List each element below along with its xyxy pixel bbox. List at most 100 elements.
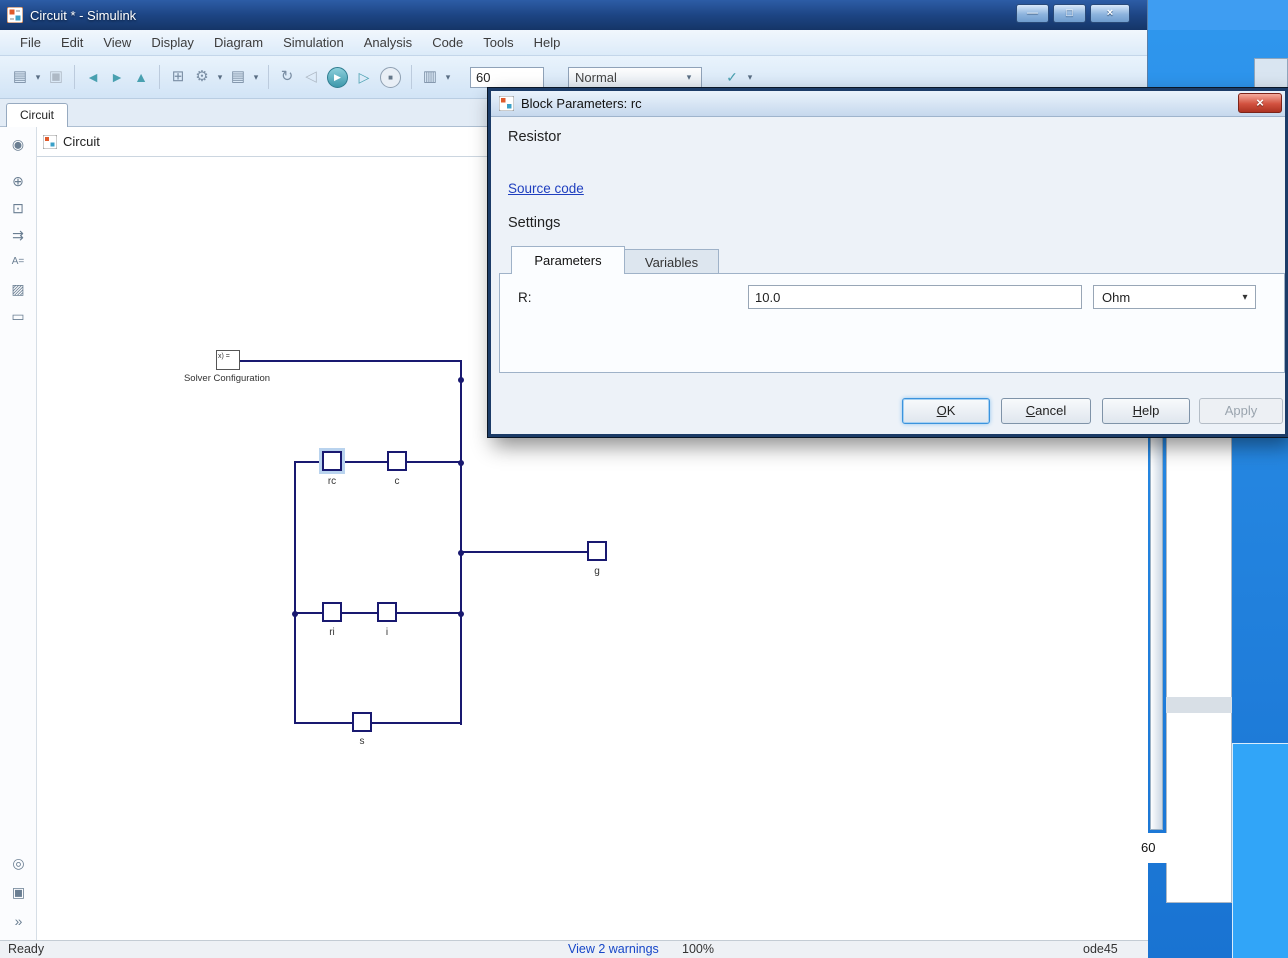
area-icon[interactable]: ▭ [6, 305, 30, 327]
tab-parameters[interactable]: Parameters [511, 246, 625, 274]
window-title: Circuit * - Simulink [30, 8, 136, 23]
zoom-icon[interactable]: ⊕ [6, 170, 30, 192]
view-warnings-link[interactable]: View 2 warnings [568, 942, 659, 956]
block-parameters-dialog: Block Parameters: rc × Resistor Source c… [488, 88, 1288, 437]
toolbar-separator [159, 65, 160, 89]
forward-icon[interactable]: ► [105, 65, 129, 89]
open-caret-icon[interactable]: ▾ [32, 72, 44, 83]
cancel-button[interactable]: Cancel [1001, 398, 1091, 424]
wire[interactable] [460, 360, 462, 725]
simulation-display-icon[interactable]: ▥ [418, 65, 442, 89]
model-explorer-icon[interactable]: ▤ [226, 65, 250, 89]
block-g[interactable] [587, 541, 607, 561]
wire-junction [458, 550, 464, 556]
parameters-panel: R: Ohm ▾ [499, 273, 1285, 373]
unit-value: Ohm [1102, 290, 1130, 305]
toolbar-separator [268, 65, 269, 89]
update-diagram-icon[interactable]: ↻ [275, 65, 299, 89]
tab-circuit[interactable]: Circuit [6, 103, 68, 127]
background-panel [1166, 437, 1232, 903]
menu-tools[interactable]: Tools [473, 32, 523, 53]
wire[interactable] [294, 722, 462, 724]
block-c[interactable] [387, 451, 407, 471]
annotation-icon[interactable]: A= [6, 251, 30, 273]
expand-palette-icon[interactable]: » [7, 910, 31, 932]
simulation-mode-select[interactable]: Normal ▾ [568, 67, 702, 88]
stop-icon[interactable]: ■ [380, 67, 401, 88]
wire[interactable] [461, 551, 589, 553]
menu-diagram[interactable]: Diagram [204, 32, 273, 53]
block-s[interactable] [352, 712, 372, 732]
auto-arrange-icon[interactable]: ⇉ [6, 224, 30, 246]
wire[interactable] [294, 461, 462, 463]
toolbar-separator [411, 65, 412, 89]
browse-icon[interactable]: ◉ [6, 133, 30, 155]
wire-junction [458, 377, 464, 383]
menu-code[interactable]: Code [422, 32, 473, 53]
param-r-input[interactable] [748, 285, 1082, 309]
model-configuration-icon[interactable]: ⚙ [190, 65, 214, 89]
up-to-parent-icon[interactable]: ▲ [129, 65, 153, 89]
block-label: ri [312, 627, 352, 638]
apply-label: Apply [1200, 399, 1282, 423]
image-icon[interactable]: ▨ [6, 278, 30, 300]
display-caret-icon[interactable]: ▾ [442, 72, 454, 83]
wire-junction [458, 611, 464, 617]
block-i[interactable] [377, 602, 397, 622]
minimize-button[interactable]: — [1016, 4, 1049, 23]
dialog-close-icon[interactable]: × [1238, 93, 1282, 113]
wire[interactable] [294, 461, 296, 724]
solver-name: ode45 [1083, 942, 1118, 956]
back-icon[interactable]: ◄ [81, 65, 105, 89]
block-solver-configuration[interactable]: x) = [216, 350, 240, 370]
block-ri[interactable] [322, 602, 342, 622]
toolbar-separator [74, 65, 75, 89]
background-window-strip [1148, 0, 1288, 30]
breadcrumb-item-circuit[interactable]: Circuit [63, 134, 100, 149]
menu-file[interactable]: File [10, 32, 51, 53]
run-icon[interactable]: ▶ [327, 67, 348, 88]
menu-bar: File Edit View Display Diagram Simulatio… [0, 30, 1147, 56]
help-button[interactable]: Help [1102, 398, 1190, 424]
dialog-title: Block Parameters: rc [521, 96, 642, 111]
unit-select[interactable]: Ohm ▾ [1093, 285, 1256, 309]
background-desktop-panel [1232, 743, 1288, 958]
menu-analysis[interactable]: Analysis [354, 32, 422, 53]
wire-junction [458, 460, 464, 466]
explorer-caret-icon[interactable]: ▾ [250, 72, 262, 83]
title-bar: Circuit * - Simulink — □ × [0, 0, 1147, 30]
maximize-button[interactable]: □ [1053, 4, 1086, 23]
menu-view[interactable]: View [93, 32, 141, 53]
configuration-caret-icon[interactable]: ▾ [214, 72, 226, 83]
validate-icon[interactable]: ✓ [720, 65, 744, 89]
block-rc[interactable] [322, 451, 342, 471]
sample-time-icon[interactable]: ◎ [7, 852, 31, 874]
dialog-title-bar: Block Parameters: rc × [491, 91, 1285, 117]
apply-button[interactable]: Apply [1199, 398, 1283, 424]
menu-display[interactable]: Display [141, 32, 204, 53]
step-back-icon[interactable]: ◁ [299, 65, 323, 89]
zoom-level: 100% [682, 942, 714, 956]
block-label: c [377, 476, 417, 487]
tab-variables[interactable]: Variables [625, 249, 719, 274]
simulink-app-icon [7, 7, 23, 23]
close-button[interactable]: × [1090, 4, 1130, 23]
status-text: Ready [8, 942, 44, 956]
property-inspector-icon[interactable]: ▣ [7, 881, 31, 903]
menu-help[interactable]: Help [524, 32, 571, 53]
ok-button[interactable]: OK [902, 398, 990, 424]
background-scrollbar [1150, 437, 1163, 830]
menu-simulation[interactable]: Simulation [273, 32, 354, 53]
validate-caret-icon[interactable]: ▾ [744, 72, 756, 83]
background-stop-time-fragment: 60 [1133, 833, 1167, 863]
wire[interactable] [238, 360, 462, 362]
cancel-label: Cancel [1002, 399, 1090, 423]
stop-time-input[interactable] [470, 67, 544, 88]
menu-edit[interactable]: Edit [51, 32, 93, 53]
open-model-icon[interactable]: ▤ [8, 65, 32, 89]
fit-to-view-icon[interactable]: ⊡ [6, 197, 30, 219]
save-icon[interactable]: ▣ [44, 65, 68, 89]
library-browser-icon[interactable]: ⊞ [166, 65, 190, 89]
step-forward-icon[interactable]: ▷ [352, 65, 376, 89]
source-code-link[interactable]: Source code [508, 181, 584, 196]
